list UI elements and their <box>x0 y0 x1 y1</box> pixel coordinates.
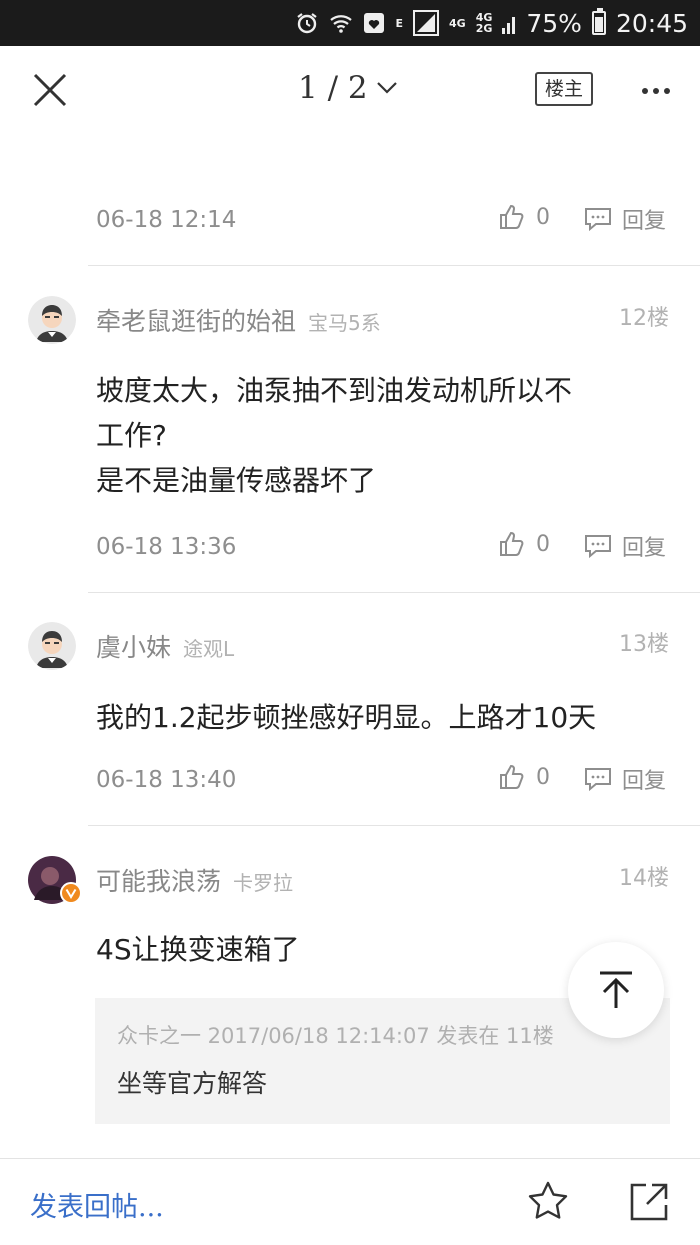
battery-fill <box>594 17 603 32</box>
verified-badge-icon <box>60 882 82 904</box>
author-name-text: 虞小妹 <box>96 633 172 662</box>
post-author-row: 牵老鼠逛街的始祖 宝马5系 12楼 <box>0 296 700 346</box>
quote-text: 坐等官方解答 <box>117 1069 268 1098</box>
thumbs-up-icon <box>500 204 524 229</box>
author-name[interactable]: 牵老鼠逛街的始祖 宝马5系 <box>96 302 381 338</box>
network-e-label: E <box>395 16 403 30</box>
reply-button[interactable]: 回复 <box>584 203 666 235</box>
favorite-button[interactable] <box>526 1179 570 1223</box>
thumbs-up-icon <box>500 531 524 556</box>
close-button[interactable] <box>30 70 70 110</box>
floor-number: 14楼 <box>619 866 669 891</box>
alarm-icon <box>295 11 319 35</box>
author-name-text: 牵老鼠逛街的始祖 <box>96 307 297 336</box>
post-content-line: 坡度太大，油泵抽不到油发动机所以不 <box>96 374 573 407</box>
post-date: 06-18 13:40 <box>96 767 237 793</box>
page-indicator: 1 / 2 <box>298 70 368 106</box>
more-dots-icon <box>642 88 670 94</box>
author-name[interactable]: 虞小妹 途观L <box>96 628 234 664</box>
battery-percent: 75% <box>526 8 582 38</box>
owner-only-button[interactable]: 楼主 <box>535 72 593 106</box>
like-button[interactable]: 0 <box>498 203 550 231</box>
post-content-line: 我的1.2起步顿挫感好明显。上路才10天 <box>96 701 597 734</box>
reply-label: 回复 <box>622 209 667 234</box>
like-count: 0 <box>536 531 550 557</box>
post-content: 坡度太大，油泵抽不到油发动机所以不 工作? 是不是油量传感器坏了 <box>96 368 676 503</box>
compose-reply-input[interactable]: 发表回帖... <box>30 1185 164 1224</box>
back-to-top-button[interactable] <box>568 942 664 1038</box>
close-icon <box>33 73 67 107</box>
battery-icon <box>591 8 606 35</box>
post-footer: 06-18 13:40 0 回复 <box>0 763 700 803</box>
car-tag: 宝马5系 <box>308 311 381 335</box>
post-date: 06-18 12:14 <box>96 207 237 233</box>
star-icon <box>528 1181 568 1219</box>
signal-icon <box>413 10 439 36</box>
network-4g-2g-label: 4G 2G <box>476 12 493 34</box>
post-content-line: 是不是油量传感器坏了 <box>96 464 377 497</box>
reply-button[interactable]: 回复 <box>584 530 666 562</box>
chevron-down-icon <box>376 82 397 94</box>
avatar-default-icon <box>28 296 76 344</box>
divider <box>88 592 700 593</box>
thumbs-up-icon <box>500 764 524 789</box>
car-tag: 途观L <box>183 637 235 661</box>
bottom-bar: 发表回帖... <box>0 1158 700 1245</box>
arrow-up-to-top-icon <box>600 971 632 1008</box>
post-footer: 06-18 13:36 0 回复 <box>0 530 700 570</box>
top-nav-bar: 1 / 2 楼主 <box>0 46 700 138</box>
comment-icon <box>585 535 611 559</box>
signal-bars-icon <box>502 12 516 34</box>
share-button[interactable] <box>628 1181 670 1223</box>
post-content-line: 工作? <box>96 419 167 452</box>
post-footer: 06-18 12:14 0 回复 <box>0 203 700 243</box>
network-4g-label: 4G <box>449 16 466 30</box>
like-button[interactable]: 0 <box>498 530 550 558</box>
comment-icon <box>585 768 611 792</box>
quote-meta: 众卡之一 2017/06/18 12:14:07 发表在 11楼 <box>117 1024 554 1048</box>
page-selector[interactable]: 1 / 2 <box>298 70 398 106</box>
car-tag: 卡罗拉 <box>233 871 294 895</box>
post-date: 06-18 13:36 <box>96 534 237 560</box>
reply-label: 回复 <box>622 536 667 561</box>
like-count: 0 <box>536 764 550 790</box>
reply-label: 回复 <box>622 769 667 794</box>
comment-icon <box>585 208 611 232</box>
wifi-icon <box>329 11 353 35</box>
reply-button[interactable]: 回复 <box>584 763 666 795</box>
post-author-row: 虞小妹 途观L 13楼 <box>0 622 700 672</box>
avatar[interactable] <box>28 296 76 344</box>
floor-number: 13楼 <box>619 632 669 657</box>
more-button[interactable] <box>640 82 672 94</box>
floor-number: 12楼 <box>619 306 669 331</box>
like-button[interactable]: 0 <box>498 763 550 791</box>
divider <box>88 825 700 826</box>
share-icon <box>630 1183 668 1221</box>
post-author-row: 可能我浪荡 卡罗拉 14楼 <box>0 856 700 906</box>
avatar[interactable] <box>28 856 82 904</box>
network-2g-bottom: 2G <box>475 22 493 35</box>
author-name[interactable]: 可能我浪荡 卡罗拉 <box>96 862 293 898</box>
heart-notification-icon <box>363 12 385 34</box>
divider <box>88 265 700 266</box>
author-name-text: 可能我浪荡 <box>96 867 222 896</box>
like-count: 0 <box>536 204 550 230</box>
post-content: 我的1.2起步顿挫感好明显。上路才10天 <box>96 695 676 740</box>
avatar[interactable] <box>28 622 76 670</box>
avatar-default-icon <box>28 622 76 670</box>
clock: 20:45 <box>615 8 688 38</box>
status-bar: E 4G 4G 2G 75% 20:45 <box>0 0 700 46</box>
